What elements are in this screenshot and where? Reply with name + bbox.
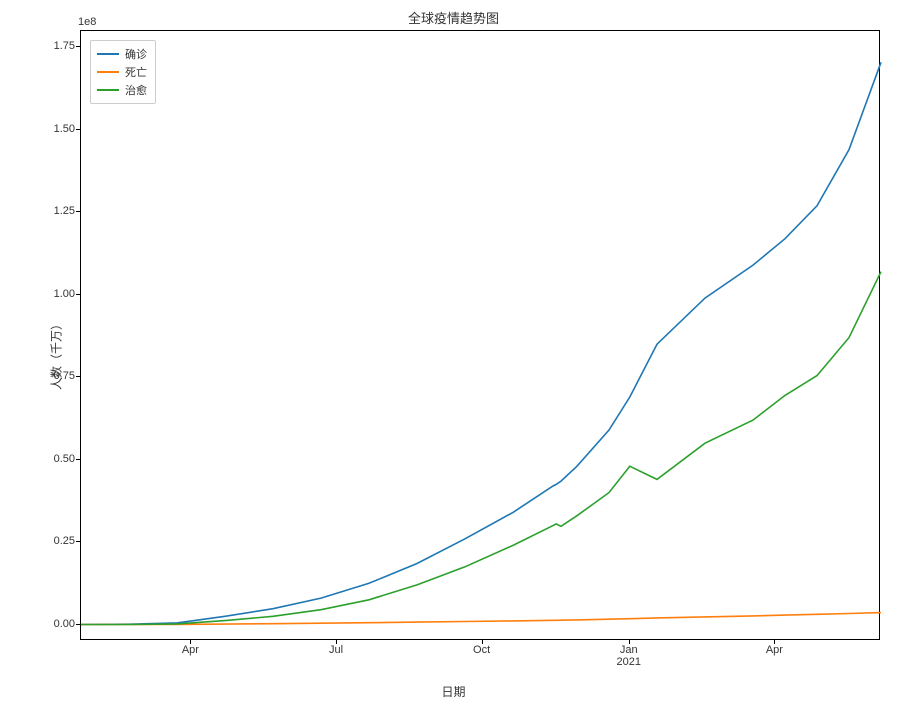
- y-tick-label: 0.50: [15, 453, 75, 465]
- y-tick-label: 0.75: [15, 370, 75, 382]
- y-axis-exponent: 1e8: [78, 16, 96, 28]
- x-tick-mark: [774, 640, 775, 644]
- y-tick-mark: [76, 294, 80, 295]
- legend-item-recovered: 治愈: [97, 81, 147, 99]
- x-tick-label: Jul: [329, 644, 343, 656]
- y-tick-mark: [76, 459, 80, 460]
- chart-title: 全球疫情趋势图: [0, 8, 907, 27]
- y-tick-mark: [76, 46, 80, 47]
- chart-figure: 全球疫情趋势图 1e8 人数（千万） 日期 0.000.250.500.751.…: [0, 0, 907, 708]
- y-tick-label: 1.75: [15, 40, 75, 52]
- legend-label: 治愈: [125, 82, 147, 98]
- x-tick-label: Apr: [182, 644, 199, 656]
- legend-item-confirmed: 确诊: [97, 45, 147, 63]
- legend-swatch-confirmed: [97, 53, 119, 55]
- y-tick-label: 1.25: [15, 205, 75, 217]
- plot-area: [80, 30, 880, 640]
- x-tick-label: Oct: [473, 644, 490, 656]
- x-axis-label: 日期: [0, 683, 907, 700]
- legend-swatch-recovered: [97, 89, 119, 91]
- y-tick-mark: [76, 376, 80, 377]
- x-tick-mark: [482, 640, 483, 644]
- x-tick-mark: [629, 640, 630, 644]
- plot-svg: [81, 31, 881, 641]
- y-tick-mark: [76, 129, 80, 130]
- legend-item-deaths: 死亡: [97, 63, 147, 81]
- y-tick-label: 0.25: [15, 535, 75, 547]
- legend-label: 确诊: [125, 46, 147, 62]
- legend: 确诊 死亡 治愈: [90, 40, 156, 104]
- x-tick-label: Apr: [766, 644, 783, 656]
- legend-swatch-deaths: [97, 71, 119, 73]
- y-tick-mark: [76, 211, 80, 212]
- y-tick-label: 1.00: [15, 288, 75, 300]
- series-line: [81, 272, 881, 625]
- y-tick-label: 1.50: [15, 123, 75, 135]
- x-tick-label: Jan 2021: [617, 644, 641, 668]
- y-tick-mark: [76, 624, 80, 625]
- x-tick-mark: [190, 640, 191, 644]
- y-tick-mark: [76, 541, 80, 542]
- x-tick-mark: [336, 640, 337, 644]
- legend-label: 死亡: [125, 64, 147, 80]
- series-line: [81, 62, 881, 624]
- y-tick-label: 0.00: [15, 618, 75, 630]
